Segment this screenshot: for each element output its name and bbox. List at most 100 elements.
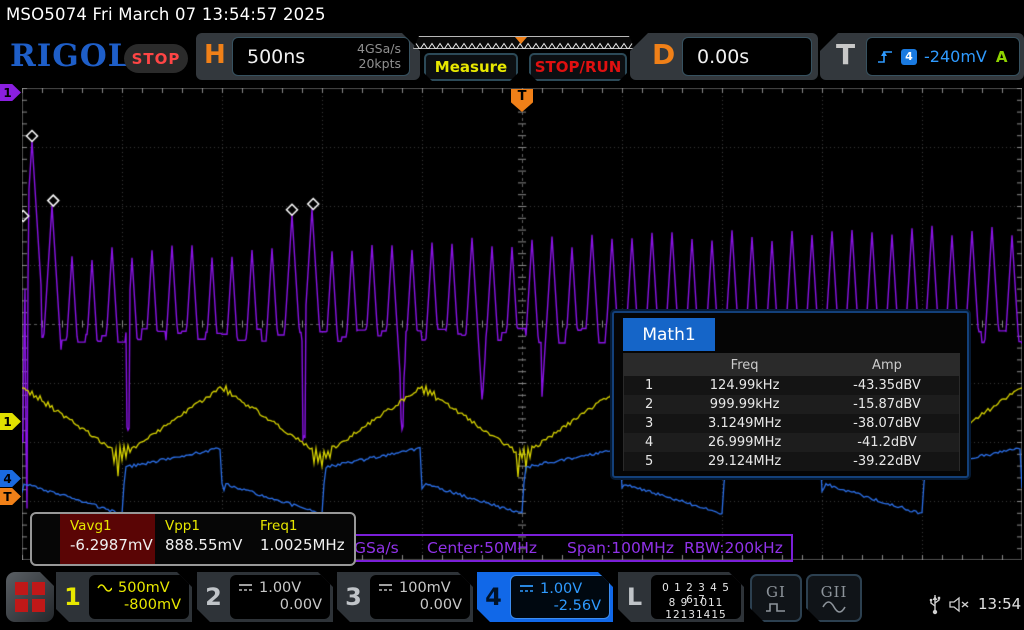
- overview-trigger-marker-icon: [515, 37, 527, 44]
- peak-index: 4: [624, 435, 674, 450]
- quick-menu-button[interactable]: [6, 572, 54, 622]
- dc-coupling-icon: [378, 583, 393, 592]
- channel-settings-box: 1.00V 0.00V: [230, 575, 330, 619]
- measurement-value: 1.0025MHz: [260, 536, 345, 554]
- grid-menu-icon: [15, 582, 45, 612]
- channel-number: 4: [477, 583, 510, 611]
- logic-row-8-15: 8 9 1011 12131415: [659, 597, 733, 612]
- oscilloscope-screen: MSO5074 Fri March 07 13:54:57 2025 RIGOL…: [0, 0, 1024, 630]
- delay-settings-button[interactable]: D 0.00s: [630, 33, 818, 80]
- math1-position-marker[interactable]: 1: [0, 84, 21, 101]
- fft-rbw: RBW:200kHz: [684, 539, 783, 557]
- rigol-logo: RIGOL: [10, 38, 131, 74]
- usb-icon: [928, 592, 942, 616]
- channel-number: 1: [56, 583, 89, 611]
- channel-settings-box: 100mV 0.00V: [370, 575, 470, 619]
- channel-scale: 1.00V: [259, 580, 301, 596]
- peak-amp: -38.07dBV: [815, 416, 959, 431]
- measurement-item-vavg[interactable]: Vavg1 -6.2987mV: [60, 514, 155, 564]
- channel-offset: 0.00V: [378, 597, 462, 616]
- math1-popup: Math1 Freq Amp 1 124.99kHz -43.35dBV 2 9…: [612, 311, 969, 478]
- channel-1-badge[interactable]: 1 500mV -800mV: [56, 572, 192, 622]
- measurement-label: Freq1: [260, 518, 345, 534]
- fft-center-freq: Center:50MHz: [427, 539, 537, 557]
- timebase-value: 500ns: [247, 46, 305, 68]
- trigger-source-badge: 4: [901, 49, 917, 65]
- window-title: MSO5074 Fri March 07 13:54:57 2025: [6, 5, 326, 24]
- ac-coupling-icon: [97, 583, 112, 592]
- fft-peak-row: 3 3.1249MHz -38.07dBV: [624, 414, 959, 433]
- peak-index: 3: [624, 416, 674, 431]
- measurement-popup: Vavg1 -6.2987mV Vpp1 888.55mV Freq1 1.00…: [30, 512, 356, 566]
- trigger-level-value: -240mV: [924, 47, 987, 66]
- ch4-ground-marker[interactable]: 4: [0, 470, 21, 487]
- trigger-box: 4 -240mV A: [866, 37, 1020, 76]
- peak-amp: -15.87dBV: [815, 397, 959, 412]
- channel-2-badge[interactable]: 2 1.00V 0.00V: [197, 572, 333, 622]
- sine-wave-icon: [822, 601, 846, 613]
- channel-number: 3: [337, 583, 370, 611]
- stop-run-button[interactable]: STOP/RUN: [529, 53, 627, 81]
- logic-row-0-7: 0 1 2 3 4 5 6 7: [659, 582, 733, 597]
- fft-peak-row: 4 26.999MHz -41.2dBV: [624, 433, 959, 452]
- measurement-item-vpp[interactable]: Vpp1 888.55mV: [155, 514, 250, 564]
- fft-peak-row: 1 124.99kHz -43.35dBV: [624, 376, 959, 395]
- trigger-label: T: [836, 38, 855, 71]
- channel-settings-box: 1.00V -2.56V: [510, 575, 610, 619]
- fft-sample-rate: GSa/s: [354, 539, 399, 557]
- header-freq-col: Freq: [674, 358, 815, 373]
- header-amp-col: Amp: [815, 358, 959, 373]
- acquisition-info: 4GSa/s 20kpts: [357, 42, 401, 71]
- peak-index: 2: [624, 397, 674, 412]
- channel-offset: 0.00V: [238, 597, 322, 616]
- measure-button[interactable]: Measure: [424, 53, 518, 81]
- timebase-box: 500ns 4GSa/s 20kpts: [232, 37, 410, 76]
- logic-label: L: [618, 583, 651, 611]
- channel-settings-box: 500mV -800mV: [89, 575, 189, 619]
- dc-coupling-icon: [238, 583, 253, 592]
- trigger-mode: A: [996, 48, 1008, 66]
- channel-offset: -800mV: [97, 597, 181, 616]
- rising-edge-trigger-icon: [877, 49, 894, 64]
- delay-label: D: [652, 38, 675, 71]
- peak-amp: -41.2dBV: [815, 435, 959, 450]
- pulse-wave-icon: [765, 601, 787, 613]
- logic-channels-badge[interactable]: L 0 1 2 3 4 5 6 7 8 9 1011 12131415: [618, 572, 744, 622]
- peak-amp: -39.22dBV: [815, 454, 959, 469]
- sample-rate: 4GSa/s: [357, 42, 401, 56]
- stop-run-button-label: STOP/RUN: [535, 58, 622, 76]
- fft-span: Span:100MHz: [567, 539, 674, 557]
- trigger-level-marker[interactable]: T: [0, 488, 21, 505]
- peak-freq: 29.124MHz: [674, 454, 815, 469]
- peak-index: 5: [624, 454, 674, 469]
- peak-freq: 3.1249MHz: [674, 416, 815, 431]
- peak-freq: 999.99kHz: [674, 397, 815, 412]
- horizontal-settings-button[interactable]: H 500ns 4GSa/s 20kpts: [196, 33, 420, 80]
- channel-3-badge[interactable]: 3 100mV 0.00V: [337, 572, 473, 622]
- delay-value: 0.00s: [697, 46, 749, 68]
- channel-4-badge[interactable]: 4 1.00V -2.56V: [477, 572, 613, 622]
- channel-scale: 500mV: [118, 580, 170, 596]
- peak-freq: 26.999MHz: [674, 435, 815, 450]
- generator-2-label: GII: [821, 583, 848, 601]
- measurement-value: 888.55mV: [165, 536, 250, 554]
- fft-table-header: Freq Amp: [624, 354, 959, 376]
- acquisition-state-badge[interactable]: STOP: [124, 44, 188, 73]
- generator-2-button[interactable]: GII: [806, 574, 862, 622]
- ch1-ground-marker[interactable]: 1: [0, 413, 21, 430]
- generator-1-label: GI: [766, 583, 786, 601]
- speaker-muted-icon[interactable]: [948, 596, 970, 613]
- clock: 13:54: [978, 595, 1021, 613]
- channel-scale: 1.00V: [540, 581, 582, 597]
- peak-index: 1: [624, 378, 674, 393]
- measurement-item-freq[interactable]: Freq1 1.0025MHz: [250, 514, 345, 564]
- generator-1-button[interactable]: GI: [750, 574, 802, 622]
- memory-depth: 20kpts: [357, 57, 401, 71]
- math1-tab[interactable]: Math1: [623, 318, 715, 351]
- trigger-settings-button[interactable]: T 4 -240mV A: [820, 33, 1024, 80]
- channel-offset: -2.56V: [519, 598, 601, 617]
- peak-amp: -43.35dBV: [815, 378, 959, 393]
- acquisition-state-label: STOP: [132, 50, 181, 68]
- measurement-value: -6.2987mV: [70, 536, 155, 554]
- horizontal-label: H: [204, 40, 226, 70]
